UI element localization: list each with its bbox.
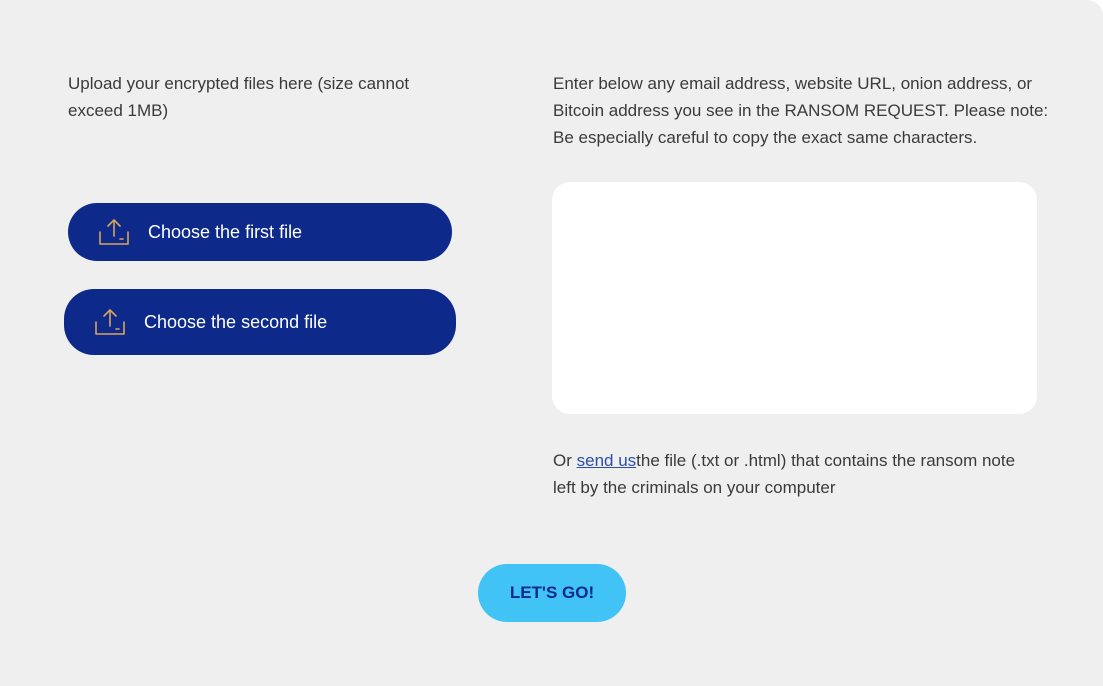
choose-second-file-button[interactable]: Choose the second file [64, 289, 456, 355]
main-panel: Upload your encrypted files here (size c… [0, 0, 1103, 686]
lets-go-button[interactable]: LET'S GO! [478, 564, 626, 622]
upload-description: Upload your encrypted files here (size c… [68, 74, 410, 120]
alternative-prefix: Or [553, 451, 577, 470]
alternative-note: Or send usthe file (.txt or .html) that … [553, 447, 1023, 501]
choose-second-file-label: Choose the second file [144, 311, 328, 332]
send-us-link[interactable]: send us [577, 451, 637, 470]
ransom-request-input[interactable] [552, 182, 1037, 414]
ransom-description: Enter below any email address, website U… [553, 74, 1049, 147]
upload-icon [94, 308, 126, 336]
choose-first-file-label: Choose the first file [148, 221, 303, 242]
upload-icon [98, 218, 130, 246]
choose-first-file-button[interactable]: Choose the first file [68, 203, 452, 261]
